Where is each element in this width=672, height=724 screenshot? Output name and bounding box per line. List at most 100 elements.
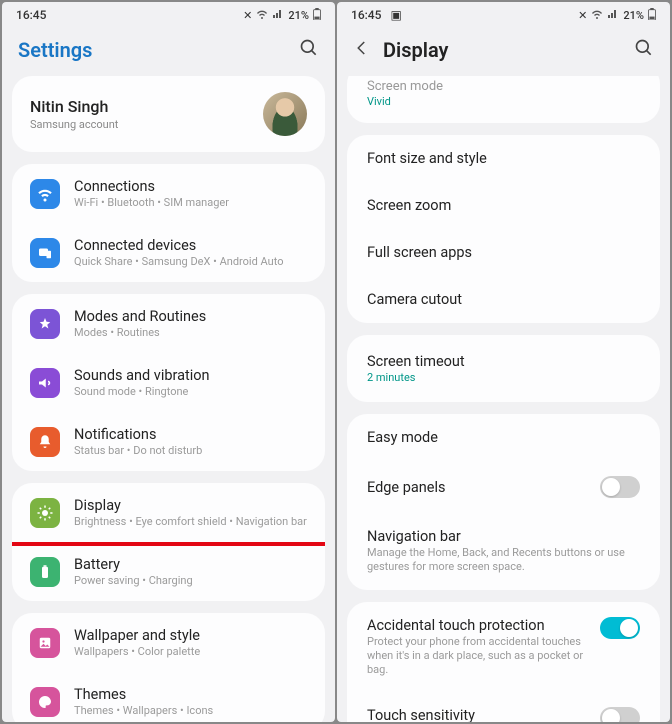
display-group: Font size and style Screen zoom Full scr… xyxy=(347,135,660,323)
battery-percent: 21% xyxy=(623,9,644,22)
row-battery[interactable]: Battery Power saving • Charging xyxy=(12,542,325,601)
display-group: Screen mode Vivid xyxy=(347,76,660,123)
display-header: Display xyxy=(337,28,670,76)
display-screen: 16:45 ▣ ✕ 21% Display xyxy=(337,2,670,722)
row-sub: Modes • Routines xyxy=(74,326,307,339)
row-touch-sensitivity[interactable]: Touch sensitivity Increase the touch sen… xyxy=(347,692,660,722)
app-icon: ▣ xyxy=(390,8,401,22)
status-bar: 16:45 ▣ ✕ 21% xyxy=(337,2,670,28)
row-sub: 2 minutes xyxy=(367,371,640,384)
row-title: Battery xyxy=(74,556,307,573)
settings-group: Display Brightness • Eye comfort shield … xyxy=(12,483,325,601)
battery-percent: 21% xyxy=(288,9,309,22)
display-group: Accidental touch protection Protect your… xyxy=(347,602,660,722)
row-title: Easy mode xyxy=(367,429,640,446)
sound-icon xyxy=(30,368,60,398)
page-title: Settings xyxy=(18,38,92,62)
row-easy-mode[interactable]: Easy mode xyxy=(347,414,660,461)
settings-group: Wallpaper and style Wallpapers • Color p… xyxy=(12,613,325,722)
status-right: ✕ 21% xyxy=(578,8,656,23)
back-button[interactable] xyxy=(353,39,371,61)
settings-group: Connections Wi-Fi • Bluetooth • SIM mana… xyxy=(12,164,325,282)
settings-header: Settings xyxy=(2,28,335,76)
wifi-icon xyxy=(256,8,268,23)
row-sub: Quick Share • Samsung DeX • Android Auto xyxy=(74,255,307,268)
profile-card[interactable]: Nitin Singh Samsung account xyxy=(12,76,325,152)
row-notifications[interactable]: Notifications Status bar • Do not distur… xyxy=(12,412,325,471)
devices-icon xyxy=(30,238,60,268)
row-connected-devices[interactable]: Connected devices Quick Share • Samsung … xyxy=(12,223,325,282)
status-bar: 16:45 ✕ 21% xyxy=(2,2,335,28)
bell-icon xyxy=(30,427,60,457)
row-display[interactable]: Display Brightness • Eye comfort shield … xyxy=(12,483,325,546)
search-icon[interactable] xyxy=(299,38,319,62)
settings-screen: 16:45 ✕ 21% Settings Nitin Singh xyxy=(2,2,335,722)
wallpaper-icon xyxy=(30,628,60,658)
row-zoom[interactable]: Screen zoom xyxy=(347,182,660,229)
row-sub: Sound mode • Ringtone xyxy=(74,385,307,398)
avatar[interactable] xyxy=(263,92,307,136)
toggle-touch-sensitivity[interactable] xyxy=(600,707,640,722)
row-sub: Wallpapers • Color palette xyxy=(74,645,307,658)
row-font[interactable]: Font size and style xyxy=(347,135,660,182)
row-sub: Themes • Wallpapers • Icons xyxy=(74,704,307,717)
page-title: Display xyxy=(383,38,448,62)
signal-icon xyxy=(272,8,284,23)
row-accidental-touch[interactable]: Accidental touch protection Protect your… xyxy=(347,602,660,693)
row-themes[interactable]: Themes Themes • Wallpapers • Icons xyxy=(12,672,325,722)
search-icon[interactable] xyxy=(634,38,654,62)
row-title: Screen timeout xyxy=(367,353,640,370)
themes-icon xyxy=(30,687,60,717)
row-title: Camera cutout xyxy=(367,291,640,308)
row-sub: Protect your phone from accidental touch… xyxy=(367,635,590,678)
row-title: Screen mode xyxy=(367,79,640,94)
row-sub: Vivid xyxy=(367,95,640,108)
display-group: Easy mode Edge panels Navigation bar Man… xyxy=(347,414,660,590)
row-title: Font size and style xyxy=(367,150,640,167)
mute-icon: ✕ xyxy=(243,9,252,22)
row-sounds[interactable]: Sounds and vibration Sound mode • Ringto… xyxy=(12,353,325,412)
row-cutout[interactable]: Camera cutout xyxy=(347,276,660,323)
row-title: Touch sensitivity xyxy=(367,707,590,722)
settings-list[interactable]: Nitin Singh Samsung account Connections … xyxy=(2,76,335,722)
battery-setting-icon xyxy=(30,557,60,587)
row-sub: Status bar • Do not disturb xyxy=(74,444,307,457)
status-right: ✕ 21% xyxy=(243,8,321,23)
row-title: Connected devices xyxy=(74,237,307,254)
row-fullscreen[interactable]: Full screen apps xyxy=(347,229,660,276)
battery-icon xyxy=(648,8,656,23)
row-sub: Manage the Home, Back, and Recents butto… xyxy=(367,546,640,575)
row-connections[interactable]: Connections Wi-Fi • Bluetooth • SIM mana… xyxy=(12,164,325,223)
status-time: 16:45 xyxy=(16,8,46,22)
profile-name: Nitin Singh xyxy=(30,97,263,116)
mute-icon: ✕ xyxy=(578,9,587,22)
row-title: Connections xyxy=(74,178,307,195)
toggle-accidental-touch[interactable] xyxy=(600,617,640,639)
row-modes[interactable]: Modes and Routines Modes • Routines xyxy=(12,294,325,353)
status-left: 16:45 ▣ xyxy=(351,8,402,22)
profile-sub: Samsung account xyxy=(30,118,263,131)
modes-icon xyxy=(30,309,60,339)
row-title: Edge panels xyxy=(367,479,445,496)
row-title: Screen zoom xyxy=(367,197,640,214)
row-screen-mode[interactable]: Screen mode Vivid xyxy=(347,76,660,123)
brightness-icon xyxy=(30,498,60,528)
display-group: Screen timeout 2 minutes xyxy=(347,335,660,402)
display-list[interactable]: Screen mode Vivid Font size and style Sc… xyxy=(337,76,670,722)
row-title: Notifications xyxy=(74,426,307,443)
row-navigation-bar[interactable]: Navigation bar Manage the Home, Back, an… xyxy=(347,513,660,590)
row-title: Navigation bar xyxy=(367,528,640,545)
wifi-icon xyxy=(30,179,60,209)
row-title: Accidental touch protection xyxy=(367,617,590,634)
row-wallpaper[interactable]: Wallpaper and style Wallpapers • Color p… xyxy=(12,613,325,672)
row-screen-timeout[interactable]: Screen timeout 2 minutes xyxy=(347,335,660,402)
row-title: Themes xyxy=(74,686,307,703)
row-sub: Power saving • Charging xyxy=(74,574,307,587)
settings-group: Modes and Routines Modes • Routines Soun… xyxy=(12,294,325,471)
row-edge-panels[interactable]: Edge panels xyxy=(347,461,660,513)
row-title: Full screen apps xyxy=(367,244,640,261)
signal-icon xyxy=(607,8,619,23)
status-time: 16:45 xyxy=(351,8,381,22)
row-title: Sounds and vibration xyxy=(74,367,307,384)
toggle-edge-panels[interactable] xyxy=(600,476,640,498)
